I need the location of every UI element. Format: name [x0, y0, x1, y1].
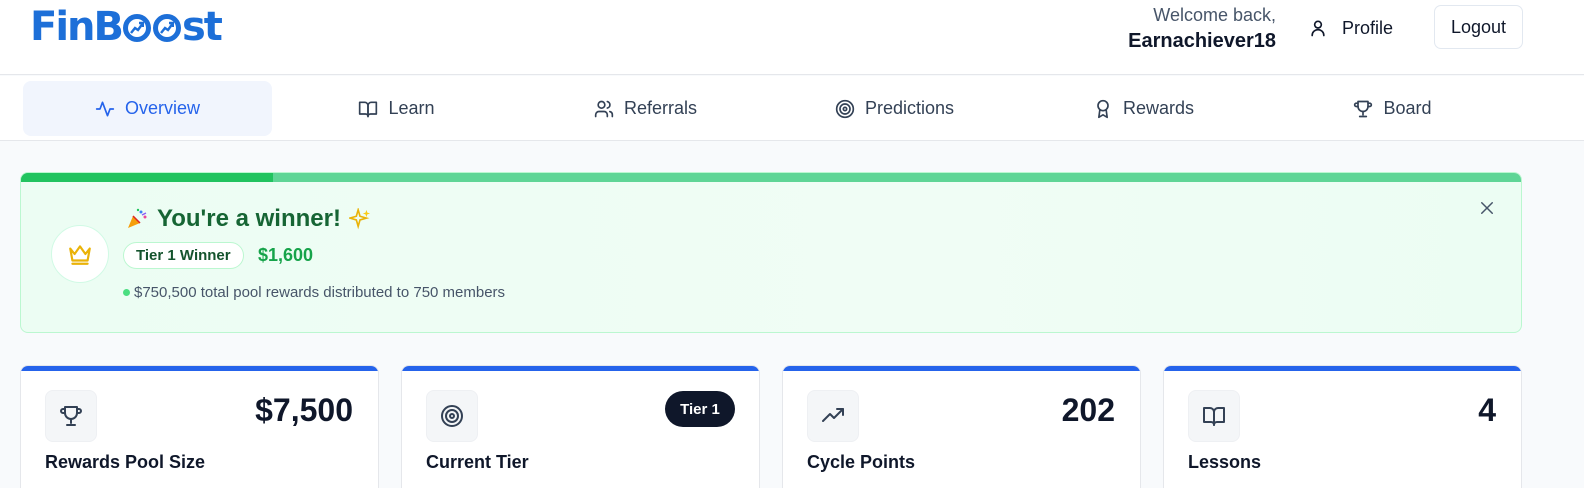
card-label: Rewards Pool Size [45, 452, 206, 472]
book-icon [1203, 407, 1225, 426]
banner-progress-fill [21, 173, 273, 182]
top-header: FinB st Welcome back, Earnachiever18 Prof… [0, 0, 1584, 75]
card-accent-bar [1164, 366, 1521, 371]
tab-predictions[interactable]: Predictions [770, 81, 1019, 136]
profile-label: Profile [1342, 17, 1394, 38]
logo-text-start: FinB [30, 4, 124, 50]
card-value: 4 [1478, 392, 1496, 428]
username: Earnachiever18 [1128, 30, 1276, 52]
card-accent-bar [21, 366, 378, 371]
stat-card-cycle-points: 202 Cycle Points [782, 365, 1141, 488]
party-popper-icon [128, 208, 147, 228]
welcome-text: Welcome back, [1153, 5, 1276, 25]
close-icon [1481, 202, 1493, 214]
card-value: $7,500 [255, 392, 353, 428]
crown-icon [69, 245, 91, 265]
tab-label: Rewards [1122, 98, 1195, 118]
user-icon [1311, 20, 1325, 37]
status-dot-icon [123, 289, 130, 296]
tab-label: Predictions [864, 98, 955, 118]
card-icon-box [1188, 390, 1240, 442]
tab-label: Referrals [623, 98, 698, 118]
winner-title: You're a winner! [157, 205, 341, 232]
nav-tabs: Overview Learn Referrals Predictions Rew… [0, 76, 1584, 141]
winner-banner: You're a winner! Tier 1 Winner $1,600 $7… [20, 172, 1522, 333]
logo-text-end: st [182, 4, 223, 50]
stat-card-current-tier: Tier 1 Current Tier [401, 365, 760, 488]
banner-progress-bar [21, 173, 1521, 182]
pool-note-text: $750,500 total pool rewards distributed … [134, 284, 506, 301]
tab-label: Overview [124, 98, 200, 118]
pool-note: $750,500 total pool rewards distributed … [123, 284, 505, 301]
crown-badge [51, 225, 109, 283]
winner-title-row: You're a winner! [125, 205, 371, 233]
tab-label: Learn [388, 98, 435, 118]
card-icon-box [426, 390, 478, 442]
card-value: 202 [1061, 392, 1115, 428]
trophy-icon [1354, 100, 1373, 117]
finboost-logo[interactable]: FinB st [30, 3, 223, 51]
card-accent-bar [783, 366, 1140, 371]
logo-o-icon [123, 14, 151, 42]
sparkles-icon [348, 208, 371, 230]
stat-card-rewards-pool: $7,500 Rewards Pool Size [20, 365, 379, 488]
tier-pill: Tier 1 [665, 391, 735, 427]
trending-up-icon [822, 408, 844, 422]
target-icon [441, 405, 463, 427]
users-icon [594, 100, 614, 117]
profile-button[interactable]: Profile [1308, 12, 1393, 44]
tab-overview[interactable]: Overview [23, 81, 272, 136]
tab-label: Board [1383, 98, 1432, 118]
award-icon [1097, 99, 1109, 118]
tab-learn[interactable]: Learn [272, 81, 521, 136]
tab-rewards[interactable]: Rewards [1019, 81, 1268, 136]
logo-o-icon [153, 14, 181, 42]
winner-amount: $1,600 [258, 245, 314, 265]
book-icon [359, 101, 378, 117]
target-icon [835, 99, 855, 118]
card-icon-box [45, 390, 97, 442]
tier-winner-badge: Tier 1 Winner [123, 242, 244, 269]
close-banner-button[interactable] [1478, 199, 1496, 222]
welcome-block: Welcome back, Earnachiever18 [1128, 4, 1276, 56]
tab-referrals[interactable]: Referrals [521, 81, 770, 136]
card-label: Lessons [1188, 452, 1262, 472]
card-icon-box [807, 390, 859, 442]
card-accent-bar [402, 366, 759, 371]
card-label: Cycle Points [807, 452, 916, 472]
tab-board[interactable]: Board [1268, 81, 1517, 136]
logout-button[interactable]: Logout [1434, 5, 1523, 49]
activity-icon [95, 101, 115, 116]
card-label: Current Tier [426, 452, 529, 472]
stat-card-lessons: 4 Lessons [1163, 365, 1522, 488]
trophy-icon [60, 406, 82, 426]
